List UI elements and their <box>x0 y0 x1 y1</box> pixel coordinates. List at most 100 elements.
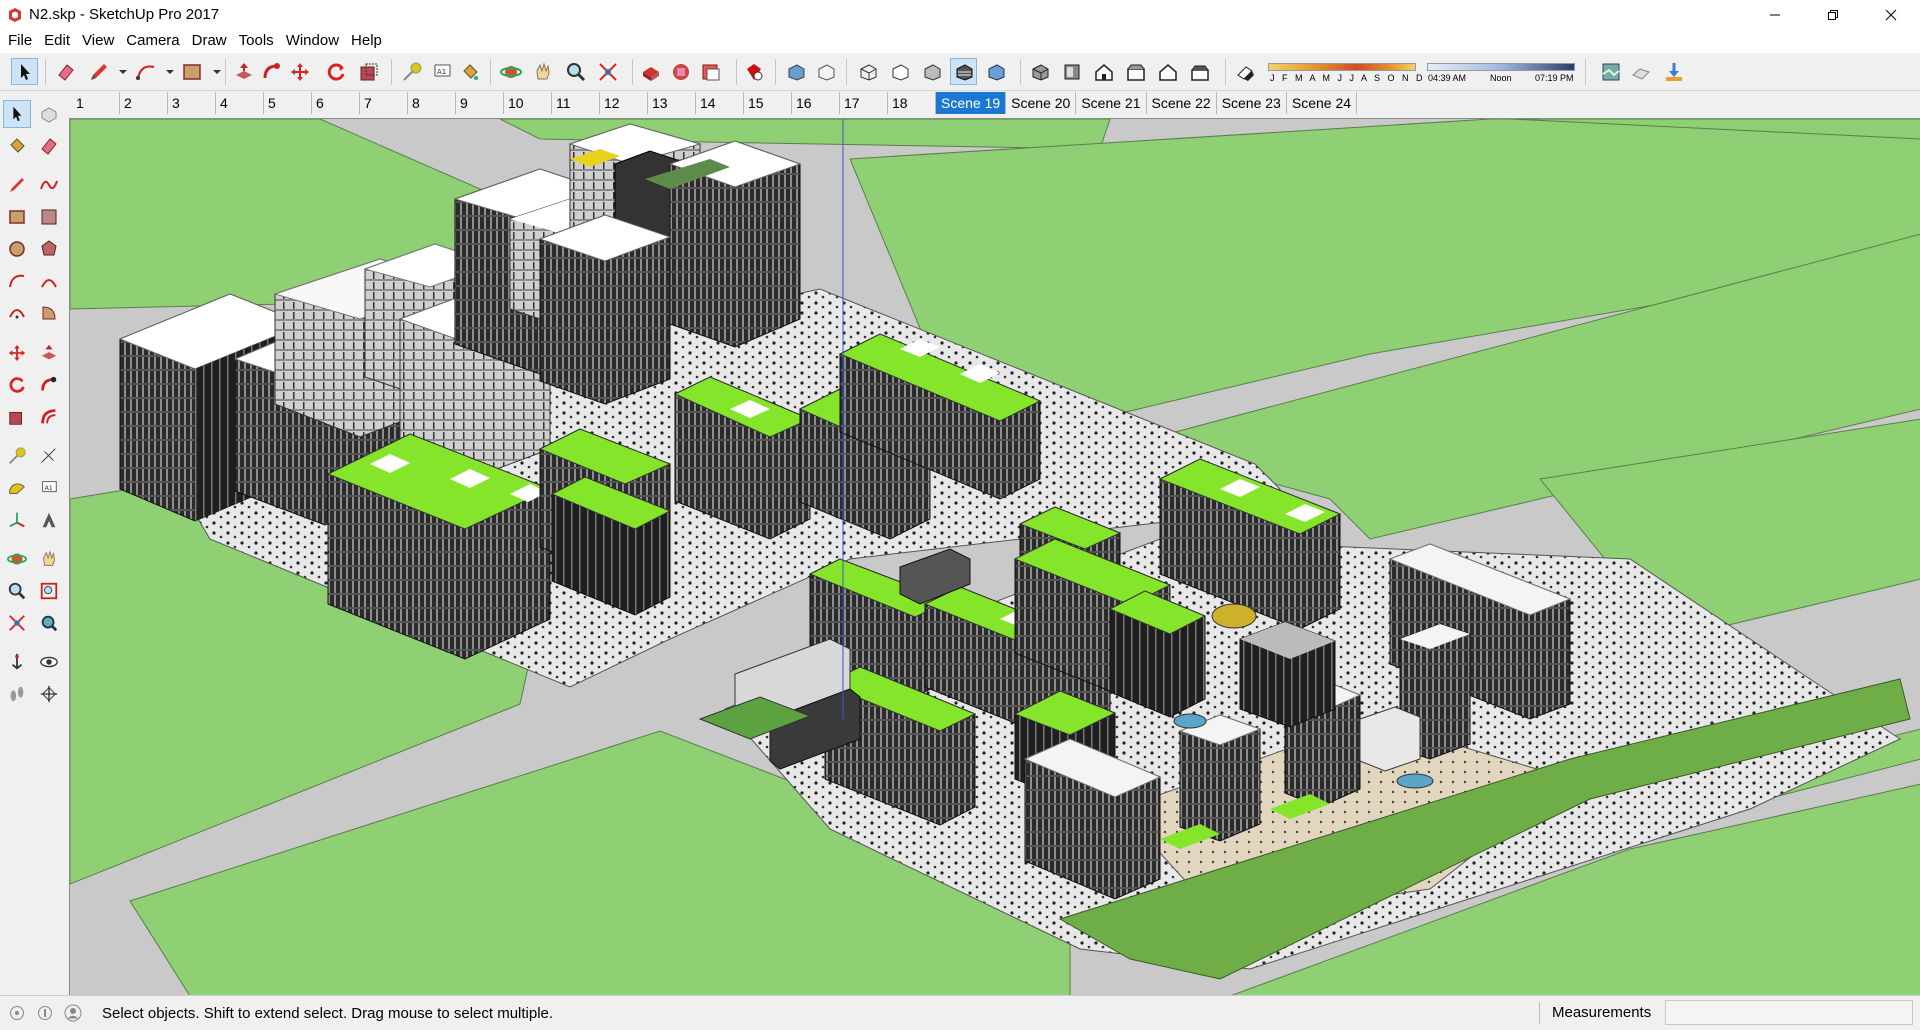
scene-tab[interactable]: 15 <box>744 92 792 114</box>
scene-tab[interactable]: 12 <box>600 92 648 114</box>
monochrome-icon[interactable] <box>982 58 1009 85</box>
previous-view-icon[interactable] <box>35 609 63 637</box>
freehand-icon[interactable] <box>35 171 63 199</box>
follow-me-icon[interactable] <box>35 371 63 399</box>
measurements-input[interactable] <box>1665 1000 1913 1025</box>
eraser-icon[interactable] <box>35 132 63 160</box>
rotate-icon[interactable] <box>322 58 349 85</box>
scene-tab[interactable]: 1 <box>72 92 120 114</box>
scene-tab[interactable]: Scene 22 <box>1147 92 1217 114</box>
select-icon[interactable] <box>3 100 31 128</box>
arc-icon[interactable] <box>132 58 159 85</box>
scene-tab[interactable]: 18 <box>888 92 936 114</box>
pan-icon[interactable] <box>35 545 63 573</box>
scale-icon[interactable] <box>355 58 382 85</box>
restore-button[interactable] <box>1804 0 1862 29</box>
close-button[interactable] <box>1862 0 1920 29</box>
iso-view-icon[interactable] <box>1026 58 1053 85</box>
tape-measure-icon[interactable] <box>3 442 31 470</box>
look-around-icon[interactable] <box>35 648 63 676</box>
front-view-icon[interactable] <box>1090 58 1117 85</box>
scene-tab[interactable]: 3 <box>168 92 216 114</box>
wireframe-icon[interactable] <box>854 58 881 85</box>
shaded-icon[interactable] <box>918 58 945 85</box>
protractor-icon[interactable] <box>3 474 31 502</box>
move-icon[interactable] <box>3 339 31 367</box>
tape-measure-icon[interactable] <box>398 58 425 85</box>
make-component-icon[interactable] <box>35 100 63 128</box>
back-edges-icon[interactable] <box>812 58 839 85</box>
location-icon[interactable] <box>1627 58 1654 85</box>
scene-tab[interactable]: 8 <box>408 92 456 114</box>
move-icon[interactable] <box>286 58 313 85</box>
three-point-arc-icon[interactable] <box>3 299 31 327</box>
3d-text-icon[interactable] <box>35 506 63 534</box>
photo-textures-icon[interactable] <box>1660 58 1687 85</box>
map-icon[interactable] <box>1597 58 1624 85</box>
push-pull-icon[interactable] <box>230 58 257 85</box>
rectangle-icon[interactable] <box>178 58 205 85</box>
select-icon[interactable] <box>11 58 38 85</box>
rotated-rectangle-icon[interactable] <box>35 203 63 231</box>
scene-tab[interactable]: 17 <box>840 92 888 114</box>
layout-icon[interactable] <box>697 58 724 85</box>
back-view-icon[interactable] <box>1154 58 1181 85</box>
push-pull-icon[interactable] <box>35 339 63 367</box>
rotate-icon[interactable] <box>3 371 31 399</box>
text-icon[interactable]: A1 <box>35 474 63 502</box>
two-point-arc-icon[interactable] <box>35 267 63 295</box>
credits-icon[interactable] <box>34 1002 56 1024</box>
minimize-button[interactable] <box>1746 0 1804 29</box>
scene-tab[interactable]: 13 <box>648 92 696 114</box>
text-icon[interactable]: A1 <box>428 58 455 85</box>
zoom-window-icon[interactable] <box>35 577 63 605</box>
scene-tab[interactable]: 10 <box>504 92 552 114</box>
scene-tab[interactable]: 16 <box>792 92 840 114</box>
orbit-icon[interactable] <box>497 58 524 85</box>
menu-file[interactable]: File <box>2 29 38 53</box>
scene-tab[interactable]: 9 <box>456 92 504 114</box>
menu-window[interactable]: Window <box>280 29 345 53</box>
geo-location-icon[interactable] <box>6 1002 28 1024</box>
eraser-icon[interactable] <box>52 58 79 85</box>
axes-icon[interactable] <box>3 506 31 534</box>
shadows-icon[interactable] <box>1231 58 1258 85</box>
scene-tab[interactable]: Scene 23 <box>1217 92 1287 114</box>
zoom-icon[interactable] <box>562 58 589 85</box>
zoom-extents-icon[interactable] <box>594 58 621 85</box>
polygon-icon[interactable] <box>35 235 63 263</box>
left-view-icon[interactable] <box>1186 58 1213 85</box>
menu-view[interactable]: View <box>76 29 120 53</box>
follow-me-icon[interactable] <box>258 58 285 85</box>
section-plane-icon[interactable] <box>35 680 63 708</box>
extension-manager-icon[interactable] <box>740 58 767 85</box>
scene-tab[interactable]: 14 <box>696 92 744 114</box>
scene-tab[interactable]: 5 <box>264 92 312 114</box>
menu-camera[interactable]: Camera <box>120 29 185 53</box>
menu-help[interactable]: Help <box>345 29 388 53</box>
pie-icon[interactable] <box>35 299 63 327</box>
shadow-month-slider[interactable] <box>1268 63 1416 71</box>
shaded-textures-icon[interactable] <box>950 58 977 85</box>
scene-tab[interactable]: 2 <box>120 92 168 114</box>
scene-tab[interactable]: 11 <box>552 92 600 114</box>
zoom-icon[interactable] <box>3 577 31 605</box>
hidden-line-icon[interactable] <box>886 58 913 85</box>
position-camera-icon[interactable] <box>3 648 31 676</box>
right-view-icon[interactable] <box>1122 58 1149 85</box>
scene-tab[interactable]: 6 <box>312 92 360 114</box>
offset-icon[interactable] <box>35 403 63 431</box>
menu-draw[interactable]: Draw <box>186 29 233 53</box>
orbit-icon[interactable] <box>3 545 31 573</box>
zoom-extents-icon[interactable] <box>3 609 31 637</box>
arc-icon[interactable] <box>3 267 31 295</box>
scene-tab[interactable]: 4 <box>216 92 264 114</box>
walk-icon[interactable] <box>3 680 31 708</box>
shadow-time-slider[interactable] <box>1427 63 1575 71</box>
scene-tab-active[interactable]: Scene 19 <box>936 92 1007 114</box>
scene-tab[interactable]: Scene 24 <box>1287 92 1358 114</box>
scale-icon[interactable] <box>3 403 31 431</box>
menu-tools[interactable]: Tools <box>233 29 280 53</box>
scene-tab[interactable]: Scene 20 <box>1006 92 1077 114</box>
xray-icon[interactable] <box>782 58 809 85</box>
